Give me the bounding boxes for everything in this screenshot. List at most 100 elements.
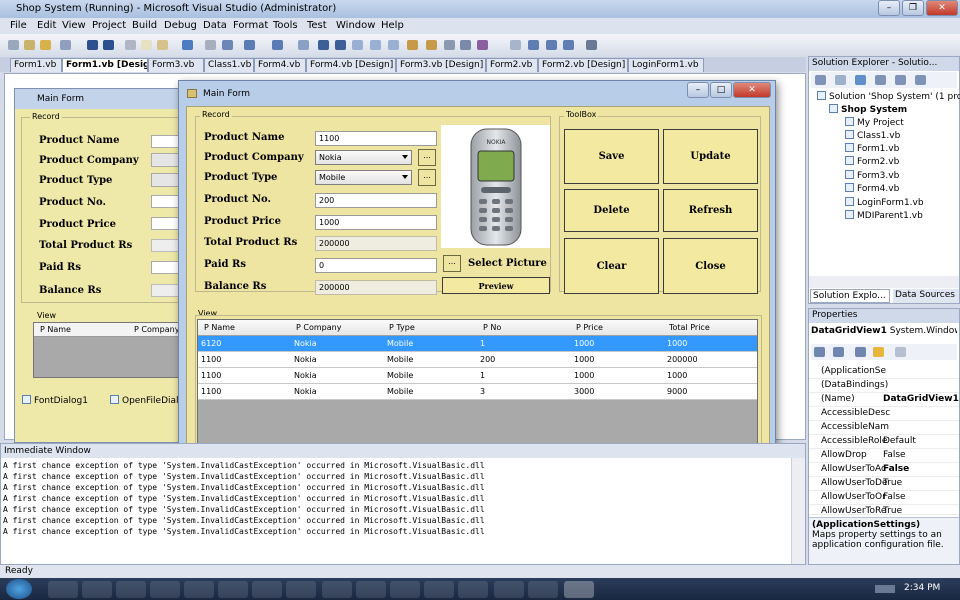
col-header-pno[interactable]: P No	[483, 323, 501, 332]
class-diagram-icon[interactable]	[915, 75, 926, 85]
properties-view-icon[interactable]	[855, 347, 866, 357]
menu-window[interactable]: Window	[336, 20, 375, 31]
app-taskbar-icon[interactable]	[458, 581, 488, 598]
property-pages-icon[interactable]	[895, 347, 906, 357]
tab-form3-vb[interactable]: Form3.vb	[148, 58, 204, 72]
designer-textbox[interactable]	[151, 284, 181, 297]
designer-combobox[interactable]	[151, 153, 181, 167]
new-project-icon[interactable]	[8, 40, 19, 50]
table-row[interactable]: 1100 Nokia Mobile 1 1000 1000	[198, 368, 757, 384]
tab-loginform1-vb[interactable]: LoginForm1.vb	[628, 58, 704, 72]
browse-picture-button[interactable]: ...	[443, 255, 461, 272]
tree-item-mdiparent1[interactable]: MDIParent1.vb	[845, 210, 923, 221]
immediate-scrollbar[interactable]	[791, 458, 805, 564]
property-row[interactable]: (ApplicationSe	[809, 365, 959, 379]
col-header-ptype[interactable]: P Type	[389, 323, 415, 332]
skype-taskbar-icon[interactable]	[494, 581, 524, 598]
close-button[interactable]: Close	[663, 238, 758, 294]
property-row[interactable]: AccessibleDesc	[809, 407, 959, 421]
toolbox-icon[interactable]	[460, 40, 471, 50]
product-price-input[interactable]: 1000	[315, 215, 437, 230]
tree-item-loginform1[interactable]: LoginForm1.vb	[845, 197, 924, 208]
tab-class1-vb[interactable]: Class1.vb	[204, 58, 254, 72]
save-button[interactable]: Save	[564, 129, 659, 184]
app-taskbar-icon[interactable]	[356, 581, 386, 598]
product-type-select[interactable]: Mobile	[315, 170, 412, 185]
explorer-taskbar-icon[interactable]	[48, 581, 78, 598]
app-taskbar-icon[interactable]	[218, 581, 248, 598]
designer-textbox[interactable]	[151, 239, 181, 252]
continue-icon[interactable]	[298, 40, 309, 50]
categorized-icon[interactable]	[814, 347, 825, 357]
form-minimize-button[interactable]: –	[687, 82, 709, 98]
form-close-button[interactable]: ✕	[733, 82, 771, 98]
find-icon[interactable]	[182, 40, 193, 50]
property-row[interactable]: (Name) DataGridView1	[809, 393, 959, 407]
refresh-button[interactable]: Refresh	[663, 189, 758, 232]
tab-form1-design[interactable]: Form1.vb [Design]	[62, 58, 148, 72]
visual-studio-taskbar-icon[interactable]	[564, 581, 594, 598]
start-button[interactable]	[6, 579, 32, 599]
menu-test[interactable]: Test	[307, 20, 327, 31]
app-taskbar-icon[interactable]	[252, 581, 282, 598]
col-header-totalprice[interactable]: Total Price	[669, 323, 710, 332]
balance-rs-field[interactable]: 200000	[315, 280, 437, 295]
step-into-icon[interactable]	[352, 40, 363, 50]
size-icon[interactable]	[546, 40, 557, 50]
menu-tools[interactable]: Tools	[273, 20, 298, 31]
menu-format[interactable]: Format	[233, 20, 268, 31]
tab-order-icon[interactable]	[586, 40, 597, 50]
paste-icon[interactable]	[157, 40, 168, 50]
minimize-button[interactable]: –	[878, 0, 900, 16]
object-selector[interactable]: DataGridView1 System.Windows.	[811, 326, 957, 340]
designer-combobox[interactable]	[151, 173, 181, 187]
menu-data[interactable]: Data	[203, 20, 227, 31]
col-header-pprice[interactable]: P Price	[576, 323, 603, 332]
view-code-icon[interactable]	[875, 75, 886, 85]
designer-textbox[interactable]	[151, 195, 181, 208]
media-taskbar-icon[interactable]	[184, 581, 214, 598]
solution-explorer-hscrollbar[interactable]	[809, 276, 959, 288]
menu-debug[interactable]: Debug	[164, 20, 197, 31]
vlc-taskbar-icon[interactable]	[116, 581, 146, 598]
tree-item-form2[interactable]: Form2.vb	[845, 156, 899, 167]
comment-icon[interactable]	[205, 40, 216, 50]
cut-icon[interactable]	[125, 40, 136, 50]
app-taskbar-icon[interactable]	[528, 581, 558, 598]
product-name-input[interactable]: 1100	[315, 131, 437, 146]
app-taskbar-icon[interactable]	[82, 581, 112, 598]
update-button[interactable]: Update	[663, 129, 758, 184]
property-row[interactable]: AllowUserToRe True	[809, 505, 959, 515]
restore-button[interactable]: ❐	[902, 0, 924, 16]
col-header-pname[interactable]: P Name	[204, 323, 235, 332]
properties-window-icon[interactable]	[426, 40, 437, 50]
solution-explorer-icon[interactable]	[407, 40, 418, 50]
preview-button[interactable]: Preview	[442, 277, 550, 294]
open-file-icon[interactable]	[40, 40, 51, 50]
tab-form2-vb[interactable]: Form2.vb	[486, 58, 538, 72]
menu-edit[interactable]: Edit	[37, 20, 56, 31]
total-product-rs-field[interactable]: 200000	[315, 236, 437, 251]
tab-form1-vb[interactable]: Form1.vb	[10, 58, 62, 72]
designer-textbox[interactable]	[151, 217, 181, 230]
object-browser-icon[interactable]	[444, 40, 455, 50]
table-row[interactable]: 1100 Nokia Mobile 200 1000 200000	[198, 352, 757, 368]
app-taskbar-icon[interactable]	[286, 581, 316, 598]
menu-view[interactable]: View	[62, 20, 86, 31]
refresh-icon[interactable]	[855, 75, 866, 85]
step-over-icon[interactable]	[370, 40, 381, 50]
show-all-files-icon[interactable]	[835, 75, 846, 85]
bookmark-icon[interactable]	[222, 40, 233, 50]
form-maximize-button[interactable]: □	[710, 82, 732, 98]
add-item-icon[interactable]	[24, 40, 35, 50]
tree-item-form3[interactable]: Form3.vb	[845, 170, 899, 181]
app-taskbar-icon[interactable]	[150, 581, 180, 598]
product-company-select[interactable]: Nokia	[315, 150, 412, 165]
save-icon[interactable]	[87, 40, 98, 50]
add-type-button[interactable]: ...	[418, 169, 436, 186]
menu-build[interactable]: Build	[132, 20, 157, 31]
alphabetical-icon[interactable]	[833, 347, 844, 357]
tab-form2-design[interactable]: Form2.vb [Design]	[538, 58, 628, 72]
designer-textbox[interactable]	[151, 261, 181, 274]
tree-item-form4[interactable]: Form4.vb	[845, 183, 899, 194]
